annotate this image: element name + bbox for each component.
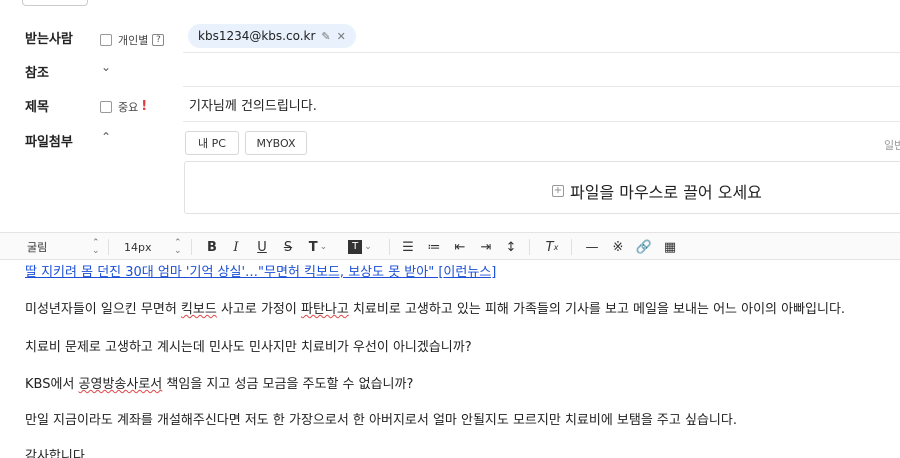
p1-part-e: 치료비로 고생하고 있는 피해 가족들의 기사를 보고 메일을 보내는 어느 아… bbox=[348, 302, 846, 317]
bold-icon[interactable]: B bbox=[203, 233, 221, 261]
my-pc-button[interactable]: 내 PC bbox=[185, 131, 239, 155]
individual-option[interactable]: 개인별? bbox=[100, 29, 165, 48]
cc-label: 참조 bbox=[25, 66, 49, 81]
plus-icon: + bbox=[552, 185, 564, 197]
font-family-select[interactable]: 굴림 bbox=[27, 233, 102, 261]
special-char-icon[interactable]: ※ bbox=[609, 233, 627, 261]
important-checkbox[interactable] bbox=[100, 100, 112, 113]
p1-part-c: 사고로 가정이 bbox=[216, 302, 301, 317]
link-icon[interactable]: 🔗 bbox=[635, 233, 653, 261]
font-family-value: 굴림 bbox=[27, 241, 48, 254]
align-left-icon[interactable]: ☰ bbox=[399, 233, 417, 261]
line-height-icon[interactable]: ↕ bbox=[502, 233, 520, 261]
dropzone-text: 파일을 마우스로 끌어 오세요 bbox=[570, 183, 762, 202]
mybox-button[interactable]: MYBOX bbox=[245, 131, 307, 155]
indent-icon[interactable]: ⇥ bbox=[477, 233, 495, 261]
strikethrough-icon[interactable]: S bbox=[279, 233, 297, 261]
font-size-value: 14px bbox=[124, 240, 152, 254]
chevron-down-icon[interactable]: ⌄ bbox=[101, 60, 111, 74]
pencil-icon[interactable]: ✎ bbox=[321, 30, 330, 43]
paragraph-5: 감사합니다 bbox=[25, 449, 85, 458]
subject-label: 제목 bbox=[25, 100, 49, 115]
top-tab-stub bbox=[22, 0, 88, 6]
close-icon[interactable]: ✕ bbox=[337, 30, 346, 43]
table-icon[interactable]: ▦ bbox=[661, 233, 679, 261]
recipient-address: kbs1234@kbs.co.kr bbox=[198, 29, 316, 43]
paragraph-1: 미성년자들이 일으킨 무면허 킥보드 사고로 가정이 파탄나고 치료비로 고생하… bbox=[25, 298, 845, 317]
important-option[interactable]: 중요! bbox=[100, 96, 147, 115]
important-label: 중요 bbox=[118, 100, 139, 114]
individual-label: 개인별 bbox=[118, 33, 149, 47]
horizontal-rule-icon[interactable]: — bbox=[583, 233, 601, 261]
p3-part-b: 공영방송사로서 bbox=[78, 377, 163, 392]
paragraph-2: 치료비 문제로 고생하고 계시는데 민사도 민사지만 치료비가 우선이 아니겠습… bbox=[25, 340, 472, 355]
bullet-list-icon[interactable]: ≔ bbox=[425, 233, 443, 261]
background-color-icon[interactable]: T ⌄ bbox=[345, 233, 375, 261]
dropzone-hint: + 파일을 마우스로 끌어 오세요 bbox=[552, 179, 762, 203]
exclamation-icon: ! bbox=[141, 99, 148, 114]
font-size-stepper-icon[interactable]: ⌃ ⌄ bbox=[174, 239, 182, 256]
to-label: 받는사람 bbox=[25, 32, 73, 47]
font-family-stepper-icon[interactable]: ⌃ ⌄ bbox=[92, 239, 100, 256]
paragraph-4: 만일 지금이라도 계좌를 개설해주신다면 저도 한 가장으로서 한 아버지로서 … bbox=[25, 413, 737, 428]
subject-input[interactable]: 기자님께 건의드립니다. bbox=[189, 95, 317, 114]
attachments-label: 파일첨부 bbox=[25, 135, 73, 150]
p1-part-d: 파탄나고 bbox=[300, 302, 349, 317]
paragraph-3: KBS에서 공영방송사로서 책임을 지고 성금 모금을 주도할 수 없습니까? bbox=[25, 373, 413, 392]
help-icon[interactable]: ? bbox=[152, 33, 165, 46]
italic-icon[interactable]: I bbox=[227, 233, 245, 261]
general-attachment-label: 일반 bbox=[884, 139, 900, 152]
recipient-chip[interactable]: kbs1234@kbs.co.kr ✎ ✕ bbox=[188, 24, 356, 48]
p3-part-a: KBS에서 bbox=[25, 377, 79, 392]
p3-part-c: 책임을 지고 성금 모금을 주도할 수 없습니까? bbox=[162, 377, 414, 392]
clear-format-icon[interactable]: Tx bbox=[543, 233, 561, 261]
text-color-icon[interactable]: T ⌄ bbox=[305, 233, 331, 261]
news-link[interactable]: 딸 지키려 몸 던진 30대 엄마 '기억 상실'…"무면허 킥보드, 보상도 … bbox=[25, 261, 496, 280]
outdent-icon[interactable]: ⇤ bbox=[451, 233, 469, 261]
file-dropzone[interactable] bbox=[184, 161, 900, 214]
individual-checkbox[interactable] bbox=[100, 33, 112, 46]
editor-toolbar: 굴림 ⌃ ⌄ 14px ⌃ ⌄ B I U S T ⌄ T ⌄ ☰ ≔ ⇤ ⇥ ↕ Tx… bbox=[0, 232, 900, 260]
news-link-text[interactable]: 딸 지키려 몸 던진 30대 엄마 '기억 상실'…"무면허 킥보드, 보상도 … bbox=[25, 265, 496, 280]
p1-part-a: 미성년자들이 일으킨 무면허 bbox=[25, 302, 181, 317]
p1-part-b: 킥보드 bbox=[180, 302, 217, 317]
chevron-up-icon[interactable]: ⌃ bbox=[101, 130, 111, 144]
underline-icon[interactable]: U bbox=[253, 233, 271, 261]
